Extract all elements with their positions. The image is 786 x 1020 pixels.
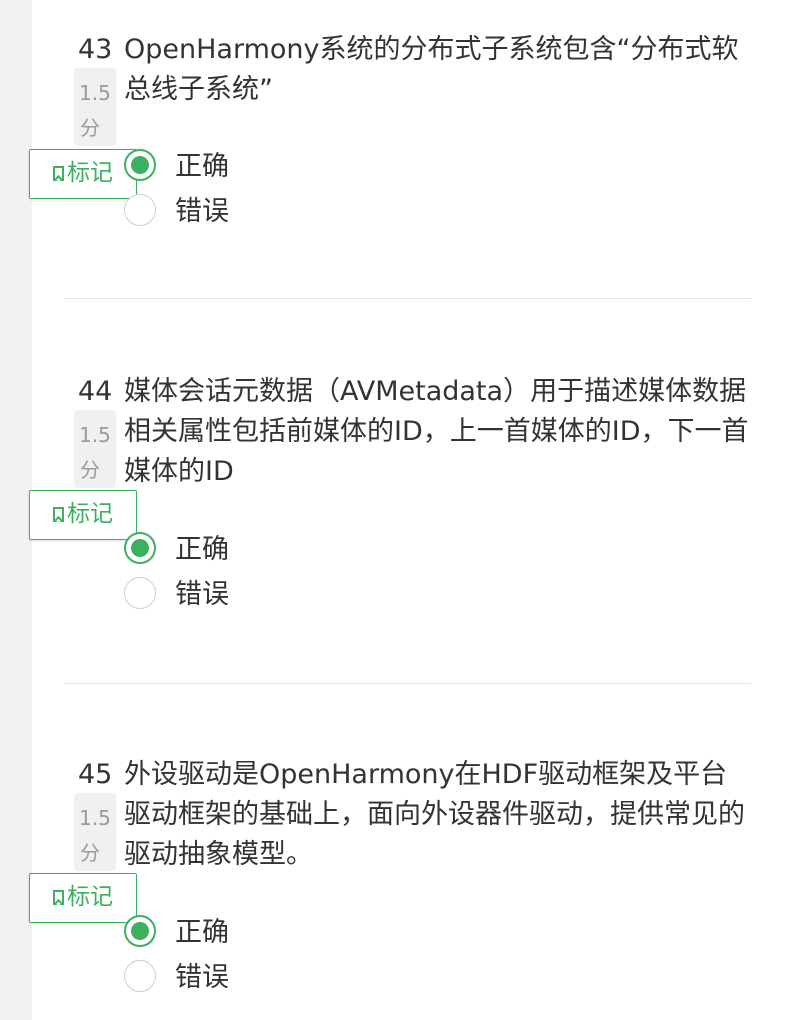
score-value: 1.5 [79,806,111,830]
mark-button[interactable]: 标记 [29,873,137,923]
option-label: 错误 [175,579,229,610]
option-label: 错误 [175,962,229,993]
score-badge: 1.5 分 [74,68,116,146]
score-unit: 分 [80,458,100,482]
question-number: 44 [78,376,113,407]
mark-button[interactable]: 标记 [29,149,137,199]
score-value: 1.5 [79,423,111,447]
option-false[interactable]: 错误 [124,577,424,617]
divider [64,298,751,299]
score-value: 1.5 [79,81,111,105]
mark-label: 标记 [67,501,113,527]
option-true[interactable]: 正确 [124,915,424,955]
mark-button[interactable]: 标记 [29,490,137,540]
option-label: 正确 [175,151,229,182]
question-text: 媒体会话元数据（AVMetadata）用于描述媒体数据相关属性包括前媒体的ID，… [124,376,749,487]
divider [64,683,751,684]
question-number: 43 [78,34,113,65]
score-badge: 1.5 分 [74,410,116,488]
mark-label: 标记 [67,884,113,910]
question-text: 外设驱动是OpenHarmony在HDF驱动框架及平台驱动框架的基础上，面向外设… [124,759,745,870]
score-badge: 1.5 分 [74,793,116,871]
left-sidebar-strip [0,0,32,1020]
bookmark-icon [53,890,64,905]
radio-unchecked-icon[interactable] [124,960,156,992]
score-unit: 分 [80,116,100,140]
option-false[interactable]: 错误 [124,194,424,234]
option-false[interactable]: 错误 [124,960,424,1000]
option-label: 错误 [175,196,229,227]
bookmark-icon [53,507,64,522]
radio-checked-icon[interactable] [124,532,156,564]
radio-unchecked-icon[interactable] [124,194,156,226]
question-number: 45 [78,759,113,790]
radio-unchecked-icon[interactable] [124,577,156,609]
option-true[interactable]: 正确 [124,149,424,189]
bookmark-icon [53,166,64,181]
score-unit: 分 [80,841,100,865]
mark-label: 标记 [67,160,113,186]
option-label: 正确 [175,917,229,948]
radio-checked-icon[interactable] [124,149,156,181]
radio-checked-icon[interactable] [124,915,156,947]
option-label: 正确 [175,534,229,565]
option-true[interactable]: 正确 [124,532,424,572]
question-text: OpenHarmony系统的分布式子系统包含“分布式软总线子系统” [124,34,739,105]
